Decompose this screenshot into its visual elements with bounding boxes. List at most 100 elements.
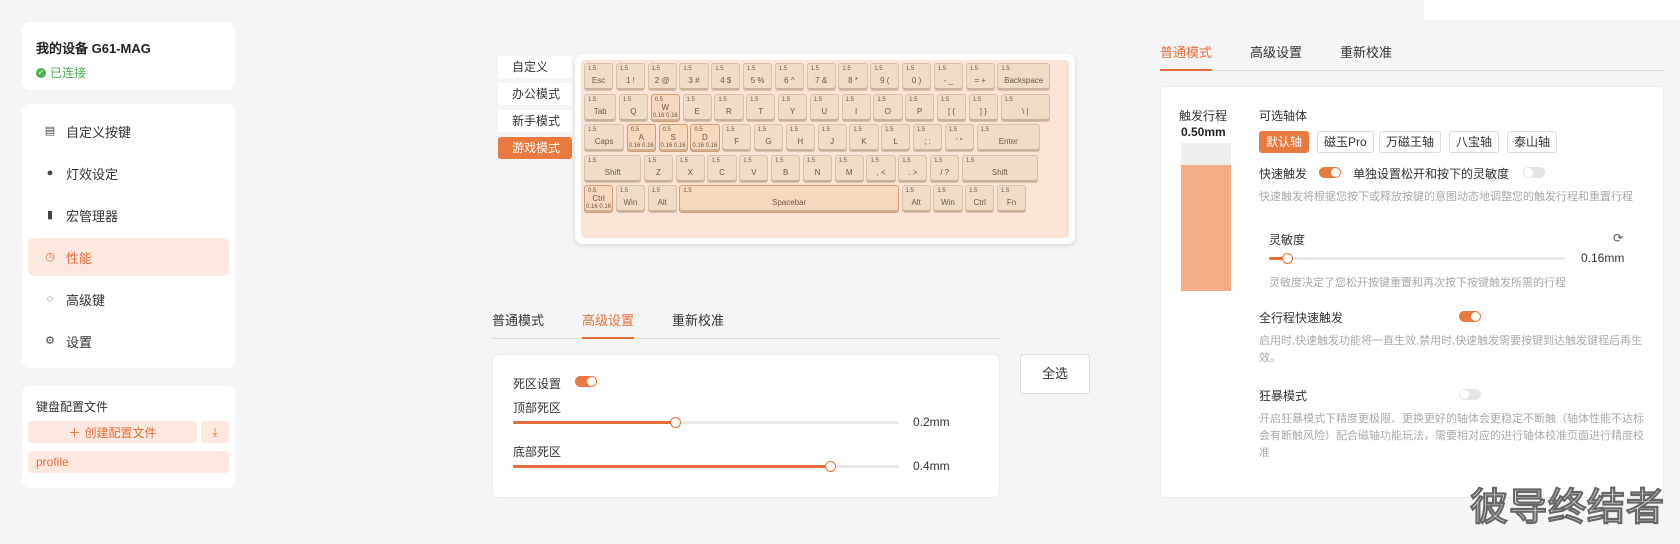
select-all-button[interactable]: 全选: [1020, 354, 1090, 394]
key-2-2[interactable]: 0.5 S 0.16 0.16: [658, 124, 688, 152]
top-deadzone-knob[interactable]: [670, 417, 682, 428]
switch-option-4[interactable]: 泰山轴: [1507, 131, 1558, 153]
switch-option-2[interactable]: 万磁王轴: [1379, 131, 1442, 153]
bottom-deadzone-knob[interactable]: [824, 461, 836, 472]
key-2-4[interactable]: 1.5 F: [722, 124, 752, 152]
switch-option-1[interactable]: 磁玉Pro: [1317, 131, 1374, 153]
sensitivity-slider[interactable]: [1269, 253, 1565, 264]
key-0-6[interactable]: 1.5 6 ^: [774, 63, 804, 91]
key-2-6[interactable]: 1.5 H: [785, 124, 815, 152]
separate-sensitivity-toggle[interactable]: [1523, 167, 1545, 178]
key-4-6[interactable]: 1.5 Ctrl: [965, 185, 995, 213]
trigger-travel-bar[interactable]: [1181, 143, 1231, 291]
key-0-1[interactable]: 1.5 1 !: [615, 63, 645, 91]
key-0-2[interactable]: 1.5 2 @: [647, 63, 677, 91]
key-1-3[interactable]: 1.5 E: [682, 93, 712, 122]
key-1-2[interactable]: 0.5 W 0.16 0.16: [650, 93, 680, 122]
key-3-8[interactable]: 1.5 , <: [866, 154, 896, 183]
sidebar-item-5[interactable]: ⚙ 设置: [28, 322, 229, 360]
key-0-9[interactable]: 1.5 9 (: [870, 63, 900, 91]
key-1-9[interactable]: 1.5 O: [873, 93, 903, 122]
key-2-8[interactable]: 1.5 K: [849, 124, 879, 152]
sidebar-item-2[interactable]: ▮ 宏管理器: [28, 196, 229, 234]
key-4-7[interactable]: 1.5 Fn: [996, 185, 1027, 213]
key-3-4[interactable]: 1.5 V: [739, 154, 769, 183]
right_tabs-tab-1[interactable]: 高级设置: [1250, 42, 1302, 70]
key-0-0[interactable]: 1.5 Esc: [584, 63, 614, 91]
key-1-5[interactable]: 1.5 T: [746, 93, 776, 122]
key-2-11[interactable]: 1.5 ' ": [944, 124, 974, 152]
key-1-0[interactable]: 1.5 Tab: [584, 93, 617, 122]
rapid-trigger-toggle[interactable]: [1319, 167, 1341, 178]
key-1-6[interactable]: 1.5 Y: [777, 93, 808, 122]
create-profile-button[interactable]: ＋ 创建配置文件: [28, 421, 197, 443]
sidebar-item-3[interactable]: ◷ 性能: [28, 238, 229, 276]
key-0-4[interactable]: 1.5 4 $: [711, 63, 741, 91]
key-4-2[interactable]: 1.5 Alt: [647, 185, 677, 213]
mode-tab-2[interactable]: 新手模式: [498, 110, 572, 132]
key-3-3[interactable]: 1.5 C: [707, 154, 737, 183]
mid_tabs-tab-0[interactable]: 普通模式: [492, 310, 544, 338]
key-3-0[interactable]: 1.5 Shift: [584, 154, 642, 183]
right_tabs-tab-2[interactable]: 重新校准: [1340, 42, 1392, 70]
profile-list-item[interactable]: profile: [28, 451, 229, 473]
key-label: Esc: [591, 76, 606, 85]
mid_tabs-tab-2[interactable]: 重新校准: [672, 310, 724, 338]
top-deadzone-slider[interactable]: [513, 417, 899, 428]
mid_tabs-tab-1[interactable]: 高级设置: [582, 310, 635, 339]
key-4-1[interactable]: 1.5 Win: [615, 185, 645, 213]
key-3-10[interactable]: 1.5 / ?: [930, 154, 960, 183]
key-0-12[interactable]: 1.5 = +: [965, 63, 995, 91]
mode-tab-3[interactable]: 游戏模式: [498, 137, 572, 159]
key-1-7[interactable]: 1.5 U: [809, 93, 839, 122]
key-3-6[interactable]: 1.5 N: [802, 154, 833, 183]
key-1-11[interactable]: 1.5 [ {: [936, 93, 967, 122]
key-0-7[interactable]: 1.5 7 &: [806, 63, 836, 91]
key-3-11[interactable]: 1.5 Shift: [961, 154, 1038, 183]
key-2-10[interactable]: 1.5 ; :: [912, 124, 943, 152]
refresh-icon[interactable]: ⟳: [1613, 231, 1623, 245]
key-2-9[interactable]: 1.5 L: [881, 124, 911, 152]
berserk-mode-toggle[interactable]: [1459, 389, 1481, 400]
key-0-13[interactable]: 1.5 Backspace: [997, 63, 1050, 91]
key-1-13[interactable]: 1.5 \ |: [1000, 93, 1050, 122]
key-2-5[interactable]: 1.5 G: [753, 124, 784, 152]
key-3-5[interactable]: 1.5 B: [771, 154, 801, 183]
key-0-11[interactable]: 1.5 - _: [933, 63, 963, 91]
mode-tab-0[interactable]: 自定义: [498, 56, 572, 78]
key-1-8[interactable]: 1.5 I: [841, 93, 871, 122]
deadzone-toggle[interactable]: [575, 376, 597, 387]
key-0-3[interactable]: 1.5 3 #: [679, 63, 709, 91]
key-1-10[interactable]: 1.5 P: [905, 93, 935, 122]
key-3-1[interactable]: 1.5 Z: [643, 154, 674, 183]
sensitivity-knob[interactable]: [1281, 253, 1293, 264]
sidebar-item-4[interactable]: ◌ 高级键: [28, 280, 229, 318]
key-2-1[interactable]: 0.5 A 0.16 0.16: [626, 124, 656, 152]
sidebar-item-0[interactable]: ▤ 自定义按键: [28, 112, 229, 150]
right_tabs-tab-0[interactable]: 普通模式: [1160, 42, 1213, 71]
key-2-0[interactable]: 1.5 Caps: [584, 124, 625, 152]
bottom-deadzone-slider[interactable]: [513, 461, 899, 472]
switch-option-3[interactable]: 八宝轴: [1449, 131, 1500, 153]
key-3-7[interactable]: 1.5 M: [834, 154, 864, 183]
key-4-3[interactable]: 1.5 Spacebar: [679, 185, 899, 213]
sidebar-item-1[interactable]: ● 灯效设定: [28, 154, 229, 192]
key-0-8[interactable]: 1.5 8 *: [838, 63, 868, 91]
key-2-3[interactable]: 0.5 D 0.16 0.16: [690, 124, 720, 152]
key-3-2[interactable]: 1.5 X: [675, 154, 705, 183]
key-0-5[interactable]: 1.5 5 %: [743, 63, 773, 91]
key-2-7[interactable]: 1.5 J: [817, 124, 847, 152]
key-1-4[interactable]: 1.5 R: [714, 93, 744, 122]
key-1-1[interactable]: 1.5 Q: [618, 93, 649, 122]
key-4-4[interactable]: 1.5 Alt: [901, 185, 931, 213]
key-4-0[interactable]: 0.5 Ctrl 0.16 0.16: [584, 185, 614, 213]
full-travel-toggle[interactable]: [1459, 311, 1481, 322]
key-1-12[interactable]: 1.5] }: [968, 93, 998, 122]
key-0-10[interactable]: 1.5 0 ): [902, 63, 932, 91]
key-4-5[interactable]: 1.5 Win: [933, 185, 963, 213]
mode-tab-1[interactable]: 办公模式: [498, 83, 572, 105]
key-3-9[interactable]: 1.5 . >: [898, 154, 928, 183]
download-icon[interactable]: ⤓: [201, 421, 229, 443]
key-2-12[interactable]: 1.5 Enter: [976, 124, 1041, 152]
switch-option-0[interactable]: 默认轴: [1259, 131, 1310, 153]
